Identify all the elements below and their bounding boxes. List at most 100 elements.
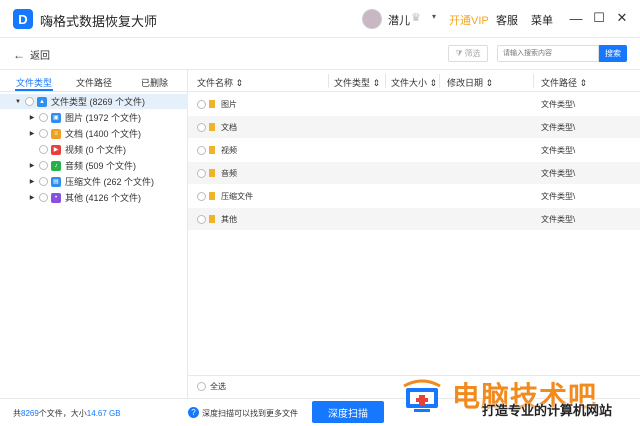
tree-item-radio[interactable] [39,113,48,122]
help-icon[interactable]: ? [188,407,199,418]
folder-icon [209,215,215,223]
folder-icon [209,192,215,200]
back-arrow-icon: ← [13,47,25,62]
row-name: 视频 [221,146,237,155]
row-name: 音频 [221,169,237,178]
tree-item-other[interactable]: ▶ • 其他 (4126 个文件) [28,190,141,205]
row-path: 文件类型\ [541,123,576,132]
column-header-path[interactable]: 文件路径 ⇕ [541,76,587,89]
filter-icon: ⧩ [455,48,463,58]
table-row[interactable]: 文档 文件类型\ [188,116,640,138]
archive-icon: ▤ [51,176,61,187]
row-radio[interactable] [197,100,206,109]
row-name: 压缩文件 [221,192,253,201]
collapse-triangle-icon[interactable]: ▼ [14,99,22,105]
row-path: 文件类型\ [541,215,576,224]
table-row[interactable]: 图片 文件类型\ [188,93,640,115]
deep-scan-button[interactable]: 深度扫描 [312,401,384,423]
search-button[interactable]: 搜索 [599,45,627,62]
app-logo-icon: D [13,9,33,29]
row-path: 文件类型\ [541,192,576,201]
active-tab-indicator [15,89,53,91]
user-avatar[interactable] [362,9,382,29]
watermark-subtitle: 打造专业的计算机网站 [482,404,613,419]
tree-root-label: 文件类型 (8269 个文件) [51,97,146,107]
row-radio[interactable] [197,215,206,224]
table-row[interactable]: 视频 文件类型\ [188,139,640,161]
tree-item-label: 文档 (1400 个文件) [65,129,142,139]
table-row[interactable]: 音频 文件类型\ [188,162,640,184]
tree-root-radio[interactable] [25,97,34,106]
tree-item-radio[interactable] [39,177,48,186]
tree-item-radio[interactable] [39,161,48,170]
select-all-label[interactable]: 全选 [210,381,226,392]
expand-triangle-icon[interactable]: ▶ [28,178,36,185]
tree-item-label: 压缩文件 (262 个文件) [65,177,155,187]
row-radio[interactable] [197,192,206,201]
user-name[interactable]: 潜儿 [388,12,410,28]
search-input[interactable] [497,45,599,62]
row-name: 其他 [221,215,237,224]
folder-icon [209,146,215,154]
row-name: 文档 [221,123,237,132]
minimize-icon[interactable]: — [567,9,585,27]
maximize-icon[interactable]: ☐ [590,9,608,27]
left-panel: 文件类型 文件路径 已删除 ▼ ▲ 文件类型 (8269 个文件) ▶ ▣ 图片… [0,70,188,400]
tree-item-images[interactable]: ▶ ▣ 图片 (1972 个文件) [28,110,141,125]
tree-item-label: 视频 (0 个文件) [65,145,127,155]
column-header-type[interactable]: 文件类型 ⇕ [334,76,380,89]
select-all-radio[interactable] [197,382,206,391]
tab-file-path[interactable]: 文件路径 [76,76,112,89]
file-count: 8269 [21,409,39,418]
expand-triangle-icon[interactable]: ▶ [28,194,36,201]
table-row[interactable]: 压缩文件 文件类型\ [188,185,640,207]
tree-item-archives[interactable]: ▶ ▤ 压缩文件 (262 个文件) [28,174,154,189]
tree-root[interactable]: ▼ ▲ 文件类型 (8269 个文件) [0,94,188,109]
menu-button[interactable]: 菜单 [531,12,553,28]
tab-file-type[interactable]: 文件类型 [16,76,52,89]
filter-button[interactable]: ⧩ 筛选 [448,45,488,62]
tree-item-radio[interactable] [39,145,48,154]
left-tabs: 文件类型 文件路径 已删除 [0,70,188,92]
row-path: 文件类型\ [541,100,576,109]
expand-triangle-icon[interactable]: ▶ [28,130,36,137]
row-path: 文件类型\ [541,146,576,155]
table-row[interactable]: 其他 文件类型\ [188,208,640,230]
row-path: 文件类型\ [541,169,576,178]
folder-icon [209,100,215,108]
tree-item-radio[interactable] [39,193,48,202]
tree-item-audio[interactable]: ▶ ♪ 音频 (509 个文件) [28,158,136,173]
deep-scan-hint: 深度扫描可以找到更多文件 [202,409,298,418]
tab-deleted[interactable]: 已删除 [141,76,168,89]
file-table-header: 文件名称 ⇕ 文件类型 ⇕ 文件大小 ⇕ 修改日期 ⇕ 文件路径 ⇕ [188,70,640,92]
other-icon: • [51,192,61,203]
open-vip-button[interactable]: 开通VIP [449,12,489,28]
tree-item-documents[interactable]: ▶ ≡ 文档 (1400 个文件) [28,126,141,141]
app-title: 嗨格式数据恢复大师 [40,14,158,29]
tree-item-label: 图片 (1972 个文件) [65,113,142,123]
folder-icon [209,169,215,177]
expand-triangle-icon[interactable]: ▶ [28,162,36,169]
file-summary: 共8269个文件，大小14.67 GB [13,409,121,418]
watermark-monitor-icon [403,379,441,412]
audio-icon: ♪ [51,160,61,171]
row-name: 图片 [221,100,237,109]
column-header-name[interactable]: 文件名称 ⇕ [197,76,243,89]
tree-item-radio[interactable] [39,129,48,138]
total-size: 14.67 GB [86,409,121,418]
tree-item-videos[interactable]: ▶ 视频 (0 个文件) [28,142,126,157]
video-icon: ▶ [51,144,61,155]
row-radio[interactable] [197,169,206,178]
column-header-date[interactable]: 修改日期 ⇕ [447,76,493,89]
close-icon[interactable]: ✕ [613,9,631,27]
chevron-down-icon[interactable]: ▾ [432,12,436,21]
toolbar: ← 返回 ⧩ 筛选 搜索 [0,38,640,70]
row-radio[interactable] [197,123,206,132]
image-icon: ▣ [51,112,61,123]
crown-icon: ♛ [411,12,421,24]
expand-triangle-icon[interactable]: ▶ [28,114,36,121]
column-header-size[interactable]: 文件大小 ⇕ [391,76,437,89]
back-button[interactable]: ← 返回 [13,47,50,63]
customer-service-button[interactable]: 客服 [496,12,518,28]
row-radio[interactable] [197,146,206,155]
